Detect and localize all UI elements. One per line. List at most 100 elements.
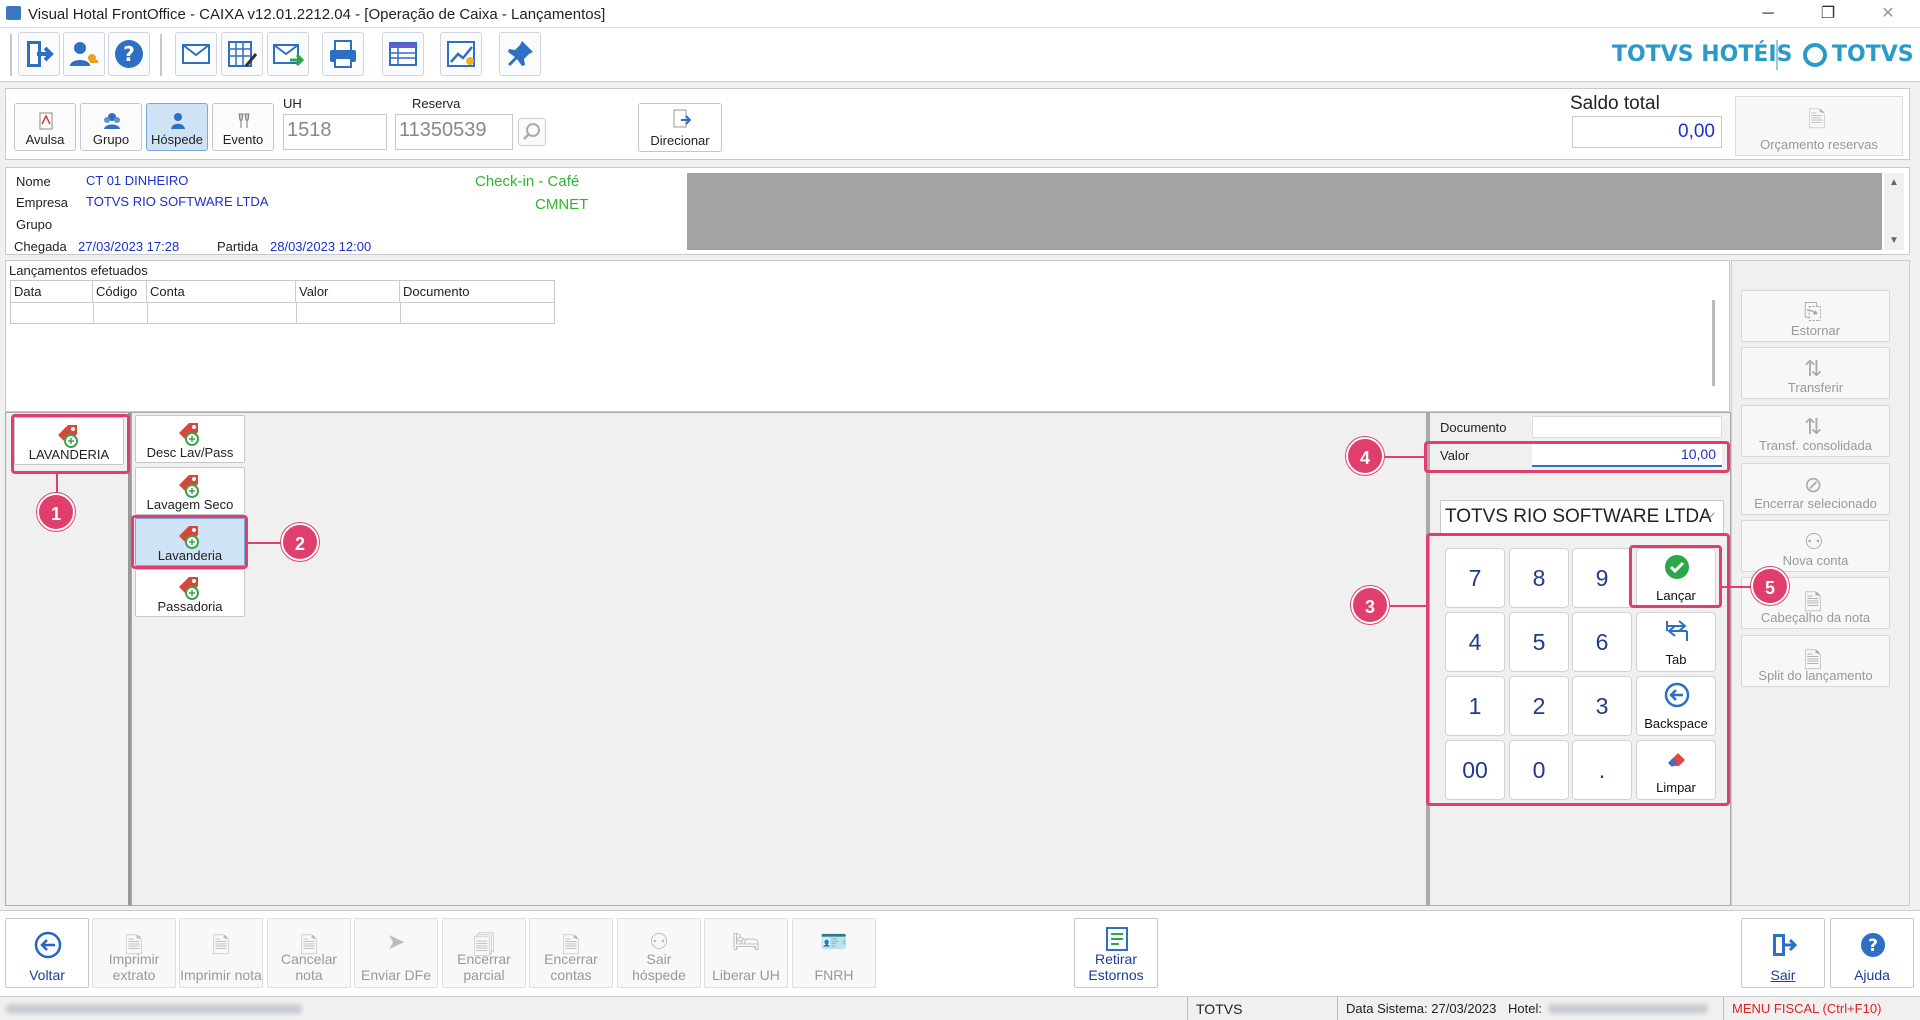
- reserva-label: Reserva: [412, 96, 461, 111]
- back-icon: [34, 931, 62, 959]
- transfer-consolidated-icon: ⇅: [1804, 414, 1823, 439]
- info-scrollbar[interactable]: ▲ ▼: [1884, 173, 1904, 250]
- encerrar-contas-button[interactable]: 🗎 Encerrar contas: [529, 918, 613, 988]
- documento-input[interactable]: [1532, 416, 1722, 438]
- estornar-button[interactable]: ⎘ Estornar: [1741, 290, 1890, 342]
- restore-button[interactable]: ❐: [1808, 3, 1848, 25]
- item-lavagem-seco-button[interactable]: Lavagem Seco: [135, 467, 245, 515]
- scroll-down-icon[interactable]: ▼: [1889, 235, 1899, 246]
- nome-value: CT 01 DINHEIRO: [86, 173, 189, 188]
- empresa-select[interactable]: TOTVS RIO SOFTWARE LTDA ⌵: [1440, 500, 1724, 534]
- retirar-estornos-button[interactable]: Retirar Estornos: [1074, 918, 1158, 988]
- grupo-label: Grupo: [16, 217, 53, 232]
- printer-icon[interactable]: [322, 32, 364, 76]
- laundry-tag-icon: [179, 577, 199, 600]
- grid-line: [93, 303, 94, 323]
- item-passadoria-button[interactable]: Passadoria: [135, 569, 245, 617]
- totvs-logo: TOTVS: [1832, 42, 1914, 67]
- callout-line: [1722, 586, 1752, 588]
- transf-consolidada-button[interactable]: ⇅ Transf. consolidada: [1741, 405, 1890, 457]
- send-icon: ➤: [386, 929, 406, 954]
- partida-label: Partida: [217, 239, 259, 254]
- empresa-label: Empresa: [16, 195, 69, 210]
- close-button[interactable]: ✕: [1868, 3, 1908, 25]
- minimize-button[interactable]: ─: [1748, 3, 1788, 25]
- type-avulsa-button[interactable]: Avulsa: [14, 103, 76, 151]
- help-icon[interactable]: ?: [108, 32, 150, 76]
- col-valor[interactable]: Valor: [296, 281, 400, 303]
- close-selected-icon: ⊘: [1804, 472, 1823, 497]
- encerrar-selecionado-button[interactable]: ⊘ Encerrar selecionado: [1741, 463, 1890, 515]
- sair-hospede-button[interactable]: ⚇ Sair hóspede: [617, 918, 701, 988]
- scroll-up-icon[interactable]: ▲: [1889, 177, 1899, 188]
- mail-icon[interactable]: [175, 32, 217, 76]
- col-codigo[interactable]: Código: [93, 281, 147, 303]
- chart-icon[interactable]: [440, 32, 482, 76]
- saldo-label: Saldo total: [1570, 93, 1660, 114]
- liberar-uh-button[interactable]: 🛏 Liberar UH: [704, 918, 788, 988]
- exit-icon: [1773, 934, 1798, 956]
- partida-value: 28/03/2023 12:00: [270, 239, 372, 254]
- transferir-button[interactable]: ⇅ Transferir: [1741, 347, 1890, 399]
- highlight-valor: [1424, 441, 1730, 473]
- calendar-edit-icon[interactable]: [221, 32, 263, 76]
- orcamento-reservas-button[interactable]: 🖹 Orçamento reservas: [1735, 96, 1903, 156]
- type-hospede-button[interactable]: Hóspede: [146, 103, 208, 151]
- toolbar-separator: [160, 34, 162, 76]
- status-divider: [1337, 997, 1338, 1020]
- group-icon: [104, 113, 120, 129]
- col-data[interactable]: Data: [11, 281, 93, 303]
- groups-panel: [5, 412, 131, 906]
- sair-button[interactable]: Sair: [1741, 918, 1825, 988]
- enviar-dfe-button[interactable]: ➤ Enviar DFe: [354, 918, 438, 988]
- redirect-icon: [673, 109, 691, 128]
- imprimir-nota-button[interactable]: 🗎 Imprimir nota: [179, 918, 263, 988]
- chegada-value: 27/03/2023 17:28: [78, 239, 180, 254]
- highlight-item: [131, 515, 248, 569]
- type-grupo-button[interactable]: Grupo: [80, 103, 142, 151]
- type-evento-button[interactable]: Evento: [212, 103, 274, 151]
- direcionar-button[interactable]: Direcionar: [638, 103, 722, 152]
- cancelar-nota-button[interactable]: 🗎 Cancelar nota: [267, 918, 351, 988]
- search-icon: [523, 123, 540, 140]
- toolbar-separator: [10, 34, 12, 76]
- imprimir-extrato-button[interactable]: 🗎 Imprimir extrato: [92, 918, 176, 988]
- reverse-icon: ⎘: [1804, 299, 1822, 324]
- callout-5: 5: [1751, 567, 1789, 605]
- table-scrollbar[interactable]: [1712, 300, 1715, 386]
- uh-input[interactable]: 1518: [283, 114, 387, 150]
- voltar-button[interactable]: Voltar: [5, 918, 89, 988]
- pin-icon[interactable]: [499, 32, 541, 76]
- guest-icon: [171, 113, 185, 129]
- callout-line: [1390, 605, 1426, 607]
- search-button[interactable]: [518, 118, 546, 146]
- grid-line: [400, 303, 401, 323]
- item-desc-lav-pass-button[interactable]: Desc Lav/Pass: [135, 415, 245, 463]
- callout-line: [248, 542, 282, 544]
- status-bar: TOTVS Data Sistema: 27/03/2023 Hotel: ME…: [0, 996, 1920, 1020]
- uh-label: UH: [283, 96, 302, 111]
- user-icon[interactable]: [63, 32, 105, 76]
- lancamentos-table: Data Código Conta Valor Documento: [10, 280, 555, 324]
- nova-conta-button[interactable]: ⚇ Nova conta: [1741, 520, 1890, 572]
- app-icon: [6, 6, 21, 20]
- totvs-logo-icon: [1803, 43, 1827, 67]
- callout-1: 1: [37, 493, 75, 531]
- callout-3: 3: [1351, 586, 1389, 624]
- chegada-label: Chegada: [14, 239, 67, 254]
- callout-line: [56, 474, 58, 494]
- col-conta[interactable]: Conta: [147, 281, 296, 303]
- reserva-input[interactable]: 11350539: [395, 114, 513, 150]
- split-lancamento-button[interactable]: 🗎 Split do lançamento: [1741, 635, 1890, 687]
- event-icon: [238, 113, 250, 128]
- mail-forward-icon[interactable]: [267, 32, 309, 76]
- exit-icon[interactable]: [18, 32, 60, 76]
- ajuda-button[interactable]: ? Ajuda: [1830, 918, 1914, 988]
- table-icon[interactable]: [382, 32, 424, 76]
- bed-icon: 🛏: [732, 929, 760, 954]
- menu-fiscal-link[interactable]: MENU FISCAL (Ctrl+F10): [1732, 1001, 1881, 1016]
- encerrar-parcial-button[interactable]: 🗐 Encerrar parcial: [442, 918, 526, 988]
- empresa-value: TOTVS RIO SOFTWARE LTDA: [86, 194, 269, 209]
- col-documento[interactable]: Documento: [400, 281, 555, 303]
- fnrh-button[interactable]: 🪪 FNRH: [792, 918, 876, 988]
